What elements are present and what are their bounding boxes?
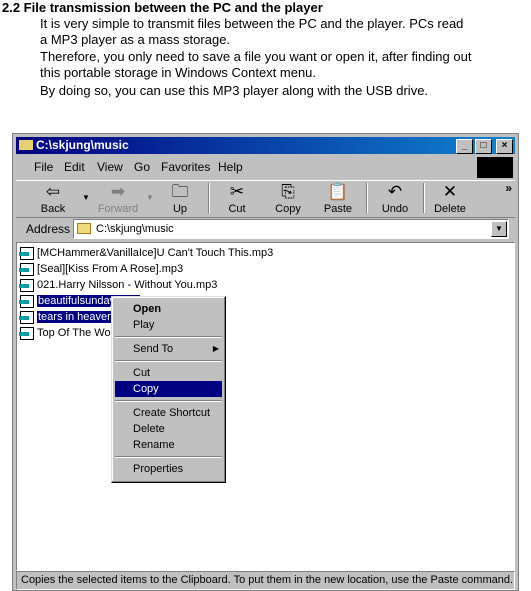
status-bar: Copies the selected items to the Clipboa… bbox=[16, 571, 515, 590]
send-to-label: Send To bbox=[133, 343, 174, 355]
menu-file[interactable]: File bbox=[34, 160, 53, 174]
menu-edit[interactable]: Edit bbox=[64, 160, 85, 174]
undo-label: Undo bbox=[381, 203, 409, 215]
close-button[interactable]: × bbox=[496, 139, 513, 154]
context-menu: Open Play Send To ▶ Cut Copy Create Short… bbox=[111, 296, 226, 483]
menu-help[interactable]: Help bbox=[218, 160, 243, 174]
copy-label: Copy bbox=[275, 203, 301, 215]
delete-button[interactable]: ✕ Delete bbox=[426, 181, 474, 215]
paragraph-line: Therefore, you only need to save a file … bbox=[40, 49, 472, 64]
menu-item-rename[interactable]: Rename bbox=[115, 437, 222, 453]
toolbar-more-icon[interactable]: » bbox=[505, 181, 512, 195]
menu-view[interactable]: View bbox=[97, 160, 123, 174]
back-arrow-icon: ⇦ bbox=[45, 182, 61, 201]
toolbar-separator bbox=[208, 183, 210, 213]
address-value: C:\skjung\music bbox=[96, 223, 174, 235]
address-bar: Address C:\skjung\music ▼ bbox=[16, 218, 515, 240]
forward-label: Forward bbox=[97, 203, 139, 215]
window-title: C:\skjung\music bbox=[36, 138, 129, 152]
menu-separator bbox=[115, 360, 222, 362]
mp3-file-icon bbox=[19, 310, 34, 324]
up-folder-icon: 🗀 bbox=[171, 182, 189, 201]
file-item[interactable]: [MCHammer&VanillaIce]U Can't Touch This.… bbox=[19, 246, 273, 261]
file-list: [MCHammer&VanillaIce]U Can't Touch This.… bbox=[16, 242, 515, 571]
paragraph-line: It is very simple to transmit files betw… bbox=[40, 16, 464, 31]
cut-label: Cut bbox=[228, 203, 246, 215]
folder-icon bbox=[77, 223, 91, 234]
maximize-button[interactable]: □ bbox=[475, 139, 492, 154]
paste-label: Paste bbox=[323, 203, 353, 215]
menu-item-copy[interactable]: Copy bbox=[115, 381, 222, 397]
toolbar: ⇦ Back ▼ ➡ Forward ▼ 🗀 Up ✂ Cut ⎘ Copy 📋 Paste… bbox=[16, 180, 515, 218]
menu-favorites[interactable]: Favorites bbox=[161, 160, 210, 174]
back-button[interactable]: ⇦ Back bbox=[29, 181, 77, 215]
menu-item-send-to[interactable]: Send To ▶ bbox=[115, 341, 222, 357]
address-dropdown-icon[interactable]: ▼ bbox=[491, 221, 507, 237]
paste-button[interactable]: 📋 Paste bbox=[314, 181, 362, 215]
address-input[interactable]: C:\skjung\music ▼ bbox=[73, 219, 509, 239]
toolbar-separator bbox=[423, 183, 425, 213]
windows-logo bbox=[477, 157, 513, 178]
menu-separator bbox=[115, 456, 222, 458]
menu-item-properties[interactable]: Properties bbox=[115, 461, 222, 477]
menu-item-cut[interactable]: Cut bbox=[115, 365, 222, 381]
mp3-file-icon bbox=[19, 326, 34, 340]
menu-separator bbox=[115, 336, 222, 338]
cut-button[interactable]: ✂ Cut bbox=[213, 181, 261, 215]
forward-button[interactable]: ➡ Forward bbox=[94, 181, 142, 215]
section-heading: 2.2 File transmission between the PC and… bbox=[2, 0, 323, 15]
toolbar-separator bbox=[366, 183, 368, 213]
folder-icon bbox=[19, 140, 33, 150]
mp3-file-icon bbox=[19, 246, 34, 260]
menu-item-play[interactable]: Play bbox=[115, 317, 222, 333]
mp3-file-icon bbox=[19, 294, 34, 308]
delete-label: Delete bbox=[434, 203, 466, 215]
minimize-button[interactable]: _ bbox=[456, 139, 473, 154]
mp3-file-icon bbox=[19, 278, 34, 292]
forward-arrow-icon: ➡ bbox=[110, 182, 126, 201]
undo-button[interactable]: ↶ Undo bbox=[371, 181, 419, 215]
title-bar[interactable]: C:\skjung\music _ □ × bbox=[16, 137, 515, 154]
paragraph-line: a MP3 player as a mass storage. bbox=[40, 32, 231, 47]
copy-icon: ⎘ bbox=[281, 182, 295, 201]
up-button[interactable]: 🗀 Up bbox=[156, 181, 204, 215]
delete-x-icon: ✕ bbox=[442, 182, 458, 201]
back-label: Back bbox=[40, 203, 66, 215]
undo-icon: ↶ bbox=[387, 182, 403, 201]
up-label: Up bbox=[172, 203, 188, 215]
paste-icon: 📋 bbox=[327, 182, 349, 201]
forward-dropdown-icon[interactable]: ▼ bbox=[146, 193, 154, 202]
address-label: Address bbox=[26, 222, 71, 236]
explorer-window: C:\skjung\music _ □ × File Edit View Go … bbox=[12, 133, 519, 591]
scissors-icon: ✂ bbox=[229, 182, 245, 201]
paragraph-line: By doing so, you can use this MP3 player… bbox=[40, 83, 429, 98]
copy-button[interactable]: ⎘ Copy bbox=[264, 181, 312, 215]
submenu-arrow-icon: ▶ bbox=[212, 344, 219, 353]
menu-item-create-shortcut[interactable]: Create Shortcut bbox=[115, 405, 222, 421]
menu-item-open[interactable]: Open bbox=[115, 301, 222, 317]
menu-item-delete[interactable]: Delete bbox=[115, 421, 222, 437]
file-item[interactable]: 021.Harry Nilsson - Without You.mp3 bbox=[19, 278, 217, 293]
back-dropdown-icon[interactable]: ▼ bbox=[82, 193, 90, 202]
file-item[interactable]: [Seal][Kiss From A Rose].mp3 bbox=[19, 262, 183, 277]
menu-separator bbox=[115, 400, 222, 402]
mp3-file-icon bbox=[19, 262, 34, 276]
menu-go[interactable]: Go bbox=[134, 160, 150, 174]
menu-bar: File Edit View Go Favorites Help bbox=[16, 156, 515, 178]
paragraph-line: this portable storage in Windows Context… bbox=[40, 65, 317, 80]
